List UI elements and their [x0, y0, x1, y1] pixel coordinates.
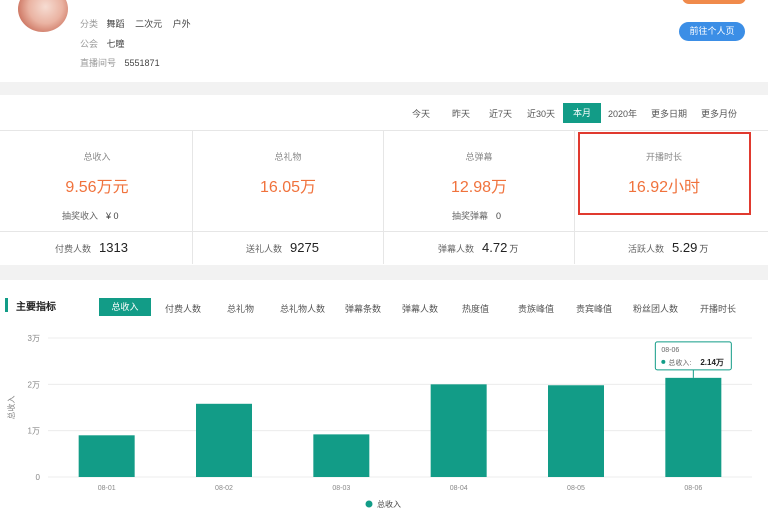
- divider: [192, 131, 193, 264]
- title-accent: [5, 298, 8, 312]
- stat-unit: 万: [699, 244, 709, 254]
- profile-header: 分类 舞蹈 二次元 户外 公会 七瞳 直播间号 5551871 前往个人页: [0, 0, 768, 82]
- metric-tab-total-gifts[interactable]: 总礼物: [227, 302, 254, 315]
- tooltip-date: 08-06: [661, 347, 679, 354]
- metric-tab-live-duration[interactable]: 开播时长: [700, 302, 736, 315]
- stat-danmaku-users: 弹幕人数 4.72 万: [438, 240, 518, 255]
- profile-page-button[interactable]: 前往个人页: [679, 22, 745, 41]
- bar: [665, 377, 722, 477]
- y-tick-label: 1万: [28, 427, 40, 436]
- stat-unit: 万: [509, 244, 519, 254]
- metric-tab-total-income[interactable]: 总收入: [99, 298, 151, 316]
- tab-this-month[interactable]: 本月: [563, 103, 601, 123]
- tab-last-7-days[interactable]: 近7天: [489, 107, 512, 120]
- x-tick-label: 08-06: [684, 485, 702, 492]
- tab-yesterday[interactable]: 昨天: [452, 107, 470, 120]
- y-tick-label: 2万: [28, 380, 40, 389]
- stat-active-users: 活跃人数 5.29 万: [628, 240, 708, 255]
- x-tick-label: 08-03: [332, 485, 350, 492]
- category-2: 二次元: [135, 19, 163, 29]
- x-tick-label: 08-02: [215, 485, 233, 492]
- avatar[interactable]: [18, 0, 68, 32]
- metric-tab-heat[interactable]: 热度值: [462, 302, 489, 315]
- category-row: 分类 舞蹈 二次元 户外: [80, 17, 191, 30]
- metric-tab-danmaku-count[interactable]: 弹幕条数: [345, 302, 381, 315]
- divider: [0, 231, 768, 232]
- lottery-income: 抽奖收入 ¥ 0: [62, 209, 119, 222]
- stat-paying-users: 付费人数 1313: [55, 240, 130, 255]
- metric-tab-paying-users[interactable]: 付费人数: [165, 302, 201, 315]
- room-row: 直播间号 5551871: [80, 56, 160, 69]
- metric-tab-vip-peak[interactable]: 贵宾峰值: [576, 302, 612, 315]
- follow-button[interactable]: [682, 0, 746, 4]
- y-axis-label: 总收入: [6, 396, 16, 420]
- lottery-danmaku: 抽奖弹幕 0: [452, 209, 501, 222]
- room-id: 5551871: [124, 58, 160, 68]
- stat-label: 付费人数: [55, 244, 92, 254]
- stat-value: 4.72: [482, 240, 508, 255]
- card-value-total-danmaku: 12.98万: [450, 179, 508, 196]
- tab-more-months[interactable]: 更多月份: [701, 107, 737, 120]
- metric-tab-danmaku-users[interactable]: 弹幕人数: [402, 302, 438, 315]
- x-tick-label: 08-04: [450, 485, 468, 492]
- y-tick-label: 3万: [28, 334, 40, 343]
- tab-last-30-days[interactable]: 近30天: [527, 107, 555, 120]
- bar: [430, 384, 487, 477]
- y-tick-label: 0: [36, 473, 41, 482]
- stat-label: 送礼人数: [246, 244, 283, 254]
- divider: [383, 131, 384, 264]
- legend-marker: [365, 500, 373, 508]
- income-bar-chart: 0 1万 2万 3万总收入 08-01 08-02 08-03 08-04 08-05 08-06…: [6, 334, 752, 509]
- bar: [313, 434, 370, 477]
- stat-value: 9275: [290, 240, 319, 255]
- lottery-danmaku-label: 抽奖弹幕: [452, 211, 489, 221]
- bar: [78, 435, 135, 477]
- lottery-income-value: ¥ 0: [106, 211, 119, 221]
- x-tick-label: 08-05: [567, 485, 585, 492]
- bar: [196, 403, 252, 477]
- tooltip-value: 2.14万: [700, 358, 724, 367]
- guild-label: 公会: [80, 39, 99, 49]
- category-label: 分类: [80, 19, 99, 29]
- stat-gifting-users: 送礼人数 9275: [246, 240, 321, 255]
- x-tick-label: 08-01: [98, 485, 116, 492]
- card-title-total-income: 总收入: [83, 152, 111, 162]
- metrics-title: 主要指标: [16, 302, 56, 313]
- highlight-box: [578, 132, 751, 215]
- stat-value: 5.29: [672, 240, 698, 255]
- guild-name: 七瞳: [106, 39, 125, 49]
- metric-tab-gift-users[interactable]: 总礼物人数: [280, 302, 325, 315]
- card-title-total-danmaku: 总弹幕: [465, 152, 493, 162]
- tooltip-label: 总收入:: [668, 358, 691, 367]
- stat-value: 1313: [99, 240, 128, 255]
- card-value-total-income: 9.56万元: [65, 179, 129, 196]
- category-1: 舞蹈: [106, 19, 125, 29]
- tab-today[interactable]: 今天: [412, 107, 430, 120]
- metric-tab-noble-peak[interactable]: 贵族峰值: [518, 302, 554, 315]
- tooltip-marker: [661, 359, 666, 364]
- stat-label: 弹幕人数: [438, 244, 475, 254]
- guild-row: 公会 七瞳: [80, 37, 125, 50]
- stat-label: 活跃人数: [628, 244, 665, 254]
- tab-more-dates[interactable]: 更多日期: [651, 107, 687, 120]
- bar: [548, 385, 604, 477]
- metric-tab-fan-club[interactable]: 粉丝团人数: [633, 302, 678, 315]
- lottery-danmaku-value: 0: [496, 211, 502, 221]
- card-title-total-gifts: 总礼物: [274, 152, 302, 162]
- card-value-total-gifts: 16.05万: [259, 179, 317, 196]
- room-label: 直播间号: [80, 58, 117, 68]
- divider: [0, 130, 768, 131]
- category-3: 户外: [172, 19, 191, 29]
- lottery-income-label: 抽奖收入: [62, 211, 99, 221]
- time-range-tabs: 今天 昨天 近7天 近30天 本月 2020年 更多日期 更多月份: [0, 103, 768, 123]
- tab-year-2020[interactable]: 2020年: [608, 107, 637, 120]
- legend-label: 总收入: [377, 499, 401, 509]
